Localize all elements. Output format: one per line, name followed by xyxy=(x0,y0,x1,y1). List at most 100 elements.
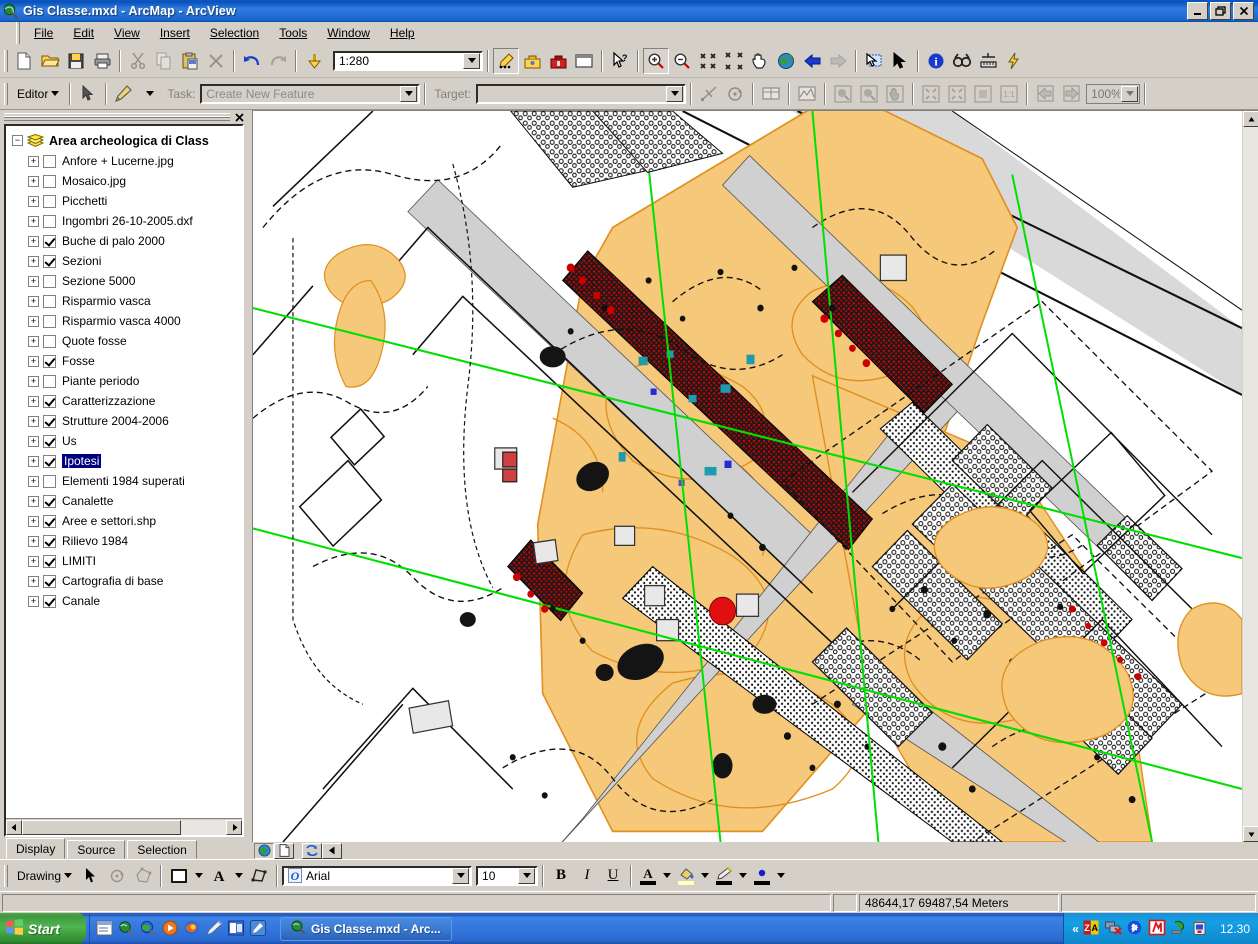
add-data-icon[interactable] xyxy=(301,48,327,74)
drawing-toolbar-grip[interactable] xyxy=(4,864,8,887)
sketch-properties-icon[interactable] xyxy=(794,81,820,107)
layer-expander-icon[interactable]: + xyxy=(28,155,39,167)
font-size-combo[interactable]: 10 xyxy=(476,865,539,886)
layer-visibility-checkbox[interactable] xyxy=(43,334,56,348)
toc-layer-row[interactable]: + Rilievo 1984 xyxy=(28,531,242,551)
layer-expander-icon[interactable]: + xyxy=(28,535,39,547)
go-back-extent-icon[interactable] xyxy=(799,48,825,74)
layer-expander-icon[interactable]: + xyxy=(28,335,39,347)
layer-expander-icon[interactable]: + xyxy=(28,315,39,327)
outlook-icon[interactable] xyxy=(228,920,246,938)
new-rectangle-icon[interactable] xyxy=(166,863,192,889)
layer-visibility-checkbox[interactable] xyxy=(43,414,56,428)
italic-button[interactable]: I xyxy=(574,863,600,889)
map-vertical-scrollbar[interactable] xyxy=(1242,111,1258,842)
toc-layer-row[interactable]: + Us xyxy=(28,431,242,451)
toc-close-icon[interactable] xyxy=(232,111,246,123)
toc-layer-row[interactable]: + Aree e settori.shp xyxy=(28,511,242,531)
layer-visibility-checkbox[interactable] xyxy=(43,234,56,248)
pan-icon[interactable] xyxy=(747,48,773,74)
battery-icon[interactable] xyxy=(1193,920,1211,938)
layer-visibility-checkbox[interactable] xyxy=(43,494,56,508)
toc-layer-row[interactable]: + Piante periodo xyxy=(28,371,242,391)
toc-layer-row[interactable]: + Ingombri 26-10-2005.dxf xyxy=(28,211,242,231)
edit-icon[interactable] xyxy=(250,919,268,938)
menu-selection[interactable]: Selection xyxy=(201,24,268,42)
font-size-dropdown-arrow[interactable] xyxy=(518,867,536,884)
attributes-icon[interactable] xyxy=(758,81,784,107)
taskbar-window-button[interactable]: Gis Classe.mxd - Arc... xyxy=(280,916,452,941)
tray-expand-chevron[interactable]: « xyxy=(1072,922,1079,936)
underline-button[interactable]: U xyxy=(600,863,626,889)
layer-visibility-checkbox[interactable] xyxy=(43,594,56,608)
editor-toolbar-icon[interactable] xyxy=(493,47,519,74)
select-elements-icon[interactable] xyxy=(887,48,913,74)
layer-visibility-checkbox[interactable] xyxy=(43,514,56,528)
menu-edit[interactable]: Edit xyxy=(64,24,103,42)
toc-title-grip[interactable] xyxy=(0,110,248,124)
menu-tools[interactable]: Tools xyxy=(270,24,316,42)
select-features-icon[interactable] xyxy=(861,48,887,74)
marker-color-button[interactable] xyxy=(750,864,774,888)
go-forward-extent-icon[interactable] xyxy=(825,48,851,74)
firefox-icon[interactable] xyxy=(184,920,202,938)
pen-icon[interactable] xyxy=(206,919,224,938)
font-color-dropdown-arrow[interactable] xyxy=(660,863,674,889)
layer-visibility-checkbox[interactable] xyxy=(43,554,56,568)
toc-scroll-right-button[interactable] xyxy=(226,819,242,835)
menu-grip[interactable] xyxy=(16,21,20,44)
zoom-extent-1-icon[interactable] xyxy=(918,81,944,107)
layer-expander-icon[interactable]: + xyxy=(28,215,39,227)
layer-visibility-checkbox[interactable] xyxy=(43,154,56,168)
print-icon[interactable] xyxy=(89,48,115,74)
delete-icon[interactable] xyxy=(203,48,229,74)
toc-layer-row[interactable]: + Mosaico.jpg xyxy=(28,171,242,191)
menu-insert[interactable]: Insert xyxy=(151,24,199,42)
layer-expander-icon[interactable]: + xyxy=(28,275,39,287)
arctoolbox-icon[interactable] xyxy=(519,48,545,74)
zoom-percent-combo[interactable]: 100% xyxy=(1086,83,1141,104)
save-icon[interactable] xyxy=(63,48,89,74)
layer-visibility-checkbox[interactable] xyxy=(43,294,56,308)
tab-display[interactable]: Display xyxy=(6,838,66,859)
safely-remove-icon[interactable] xyxy=(1171,920,1189,938)
layer-visibility-checkbox[interactable] xyxy=(43,314,56,328)
toolbox-icon[interactable] xyxy=(545,48,571,74)
layer-visibility-checkbox[interactable] xyxy=(43,274,56,288)
start-button[interactable]: Start xyxy=(0,913,86,944)
layer-visibility-checkbox[interactable] xyxy=(43,374,56,388)
pan-3d-icon[interactable] xyxy=(882,81,908,107)
font-name-dropdown-arrow[interactable] xyxy=(452,867,470,884)
paste-icon[interactable] xyxy=(177,48,203,74)
layer-visibility-checkbox[interactable] xyxy=(43,474,56,488)
scale-combo[interactable]: 1:280 xyxy=(333,50,483,71)
find-icon[interactable] xyxy=(949,48,975,74)
zoom-out-icon[interactable] xyxy=(669,48,695,74)
toc-layer-row[interactable]: + Cartografia di base xyxy=(28,571,242,591)
layer-expander-icon[interactable]: + xyxy=(28,575,39,587)
layer-expander-icon[interactable]: + xyxy=(28,195,39,207)
menu-file[interactable]: File xyxy=(25,24,62,42)
rotate-icon[interactable] xyxy=(104,863,130,889)
layer-expander-icon[interactable]: + xyxy=(28,255,39,267)
map-scroll-up-button[interactable] xyxy=(1243,111,1258,127)
zoom-extent-2-icon[interactable] xyxy=(944,81,970,107)
toc-layer-row[interactable]: + Canalette xyxy=(28,491,242,511)
menu-help[interactable]: Help xyxy=(381,24,424,42)
copy-icon[interactable] xyxy=(151,48,177,74)
layout-view-icon[interactable] xyxy=(274,842,294,859)
toc-layer-row[interactable]: + Risparmio vasca xyxy=(28,291,242,311)
layer-expander-icon[interactable]: + xyxy=(28,435,39,447)
zoom-in-3d-icon[interactable] xyxy=(830,81,856,107)
new-map-icon[interactable] xyxy=(11,48,37,74)
show-desktop-icon[interactable] xyxy=(96,920,114,938)
arccatalog-icon[interactable] xyxy=(118,920,136,938)
layer-visibility-checkbox[interactable] xyxy=(43,574,56,588)
layer-expander-icon[interactable]: + xyxy=(28,515,39,527)
whats-this-icon[interactable]: ? xyxy=(607,48,633,74)
page-back-icon[interactable] xyxy=(1032,81,1058,107)
media-player-icon[interactable] xyxy=(162,920,180,938)
pause-drawing-icon[interactable] xyxy=(322,842,342,859)
minimize-button[interactable] xyxy=(1187,2,1208,20)
zoom-in-icon[interactable] xyxy=(643,47,669,74)
